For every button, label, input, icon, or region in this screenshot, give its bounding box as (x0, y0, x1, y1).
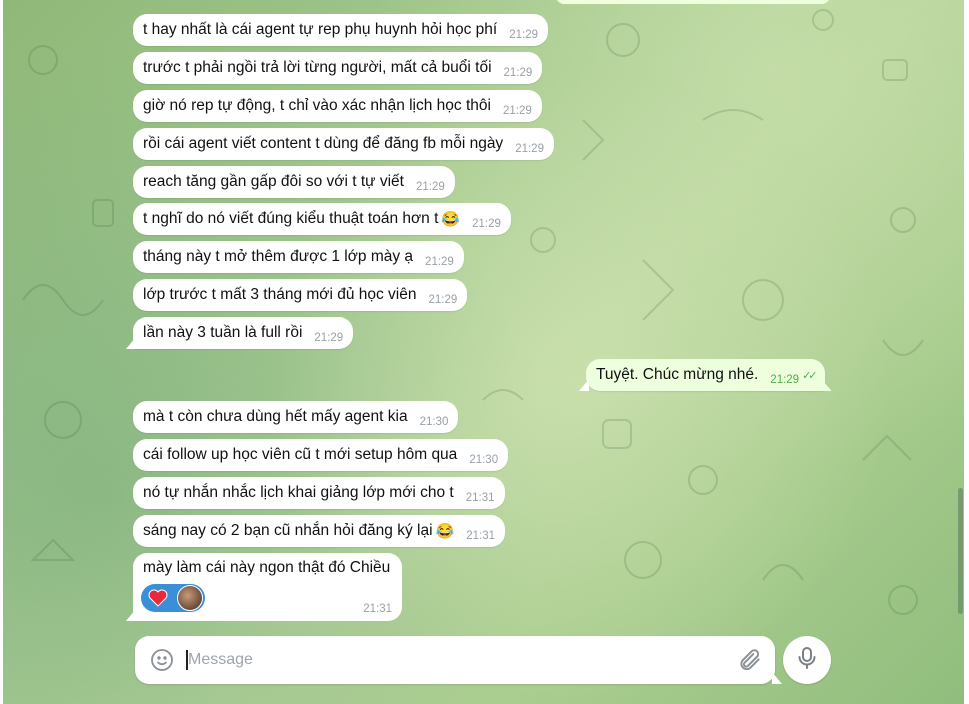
message-time: 21:29 (503, 67, 533, 79)
message-bubble[interactable]: reach tăng gần gấp đôi so với t tự viết … (133, 166, 455, 198)
message-bubble[interactable]: sáng nay có 2 bạn cũ nhắn hỏi đăng ký lạ… (133, 515, 506, 547)
message-time: 21:30 (419, 416, 449, 428)
message-bubble[interactable]: lớp trước t mất 3 tháng mới đủ học viên … (133, 279, 468, 311)
message-time: 21:29 (515, 143, 544, 155)
message-bubble-with-reaction[interactable]: mày làm cái này ngon thật đó Chiều 21:31 (133, 553, 402, 621)
voice-record-button[interactable] (783, 636, 831, 684)
previous-outgoing-message (556, 0, 830, 4)
microphone-icon (796, 646, 818, 675)
message-text: t nghĩ do nó viết đúng kiểu thuật toán h… (143, 210, 439, 227)
message-bubble[interactable]: tháng này t mở thêm được 1 lớp mày ạ 21:… (133, 241, 464, 273)
message-time: 21:29 (415, 181, 445, 193)
smile-icon[interactable] (150, 648, 174, 672)
outgoing-message-bubble[interactable]: Tuyệt. Chúc mừng nhé. 21:29 ✓✓ (586, 359, 825, 391)
message-text: lớp trước t mất 3 tháng mới đủ học viên (143, 286, 417, 303)
message-time: 21:31 (466, 530, 496, 542)
message-bubble[interactable]: t hay nhất là cái agent tự rep phụ huynh… (133, 14, 548, 46)
laughing-emoji: 😂 (441, 211, 461, 228)
message-text: trước t phải ngồi trả lời từng người, mấ… (143, 59, 492, 76)
message-time: 21:31 (363, 603, 392, 615)
message-bubble[interactable]: giờ nó rep tự động, t chỉ vào xác nhận l… (133, 90, 542, 122)
message-text: giờ nó rep tự động, t chỉ vào xác nhận l… (143, 97, 491, 114)
message-bubble[interactable]: cái follow up học viên cũ t mới setup hô… (133, 439, 509, 471)
message-text: lần này 3 tuần là full rồi (143, 324, 303, 341)
message-time: 21:30 (469, 454, 499, 466)
message-text: nó tự nhắn nhắc lịch khai giảng lớp mới … (143, 484, 454, 501)
message-time: 21:31 (465, 492, 495, 504)
message-text: t hay nhất là cái agent tự rep phụ huynh… (143, 21, 498, 38)
message-text: mày làm cái này ngon thật đó Chiều (143, 559, 391, 576)
message-time: 21:29 (428, 294, 458, 306)
read-checkmarks-icon: ✓✓ (802, 369, 818, 382)
message-time: 21:29 (502, 105, 532, 117)
message-time: 21:29 (509, 29, 538, 41)
message-bubble[interactable]: lần này 3 tuần là full rồi 21:29 (133, 317, 354, 349)
message-time: 21:29 (770, 374, 800, 386)
message-time: 21:29 (425, 256, 454, 268)
paperclip-icon[interactable] (737, 647, 763, 673)
message-time: 21:29 (314, 332, 344, 344)
reaction-chip[interactable] (141, 584, 205, 612)
message-composer: Message (135, 636, 775, 684)
message-text: tháng này t mở thêm được 1 lớp mày ạ (143, 248, 414, 265)
heart-reaction-icon (147, 587, 169, 609)
laughing-emoji: 😂 (435, 523, 455, 540)
message-text: rồi cái agent viết content t dùng để đăn… (143, 135, 504, 152)
message-bubble[interactable]: t nghĩ do nó viết đúng kiểu thuật toán h… (133, 203, 511, 235)
message-bubble[interactable]: rồi cái agent viết content t dùng để đăn… (133, 128, 554, 160)
message-text: mà t còn chưa dùng hết mấy agent kia (143, 408, 408, 425)
chat-scrollbar[interactable] (958, 488, 963, 614)
message-input[interactable]: Message (188, 651, 253, 669)
message-bubble[interactable]: trước t phải ngồi trả lời từng người, mấ… (133, 52, 543, 84)
reactor-avatar[interactable] (177, 585, 203, 611)
message-text: cái follow up học viên cũ t mới setup hô… (143, 446, 458, 463)
message-time: 21:29 (472, 218, 501, 230)
message-text: reach tăng gần gấp đôi so với t tự viết (143, 173, 404, 190)
message-bubble[interactable]: nó tự nhắn nhắc lịch khai giảng lớp mới … (133, 477, 505, 509)
message-bubble[interactable]: mà t còn chưa dùng hết mấy agent kia 21:… (133, 401, 459, 433)
message-text: sáng nay có 2 bạn cũ nhắn hỏi đăng ký lạ… (143, 522, 433, 539)
message-text: Tuyệt. Chúc mừng nhé. (596, 366, 759, 383)
